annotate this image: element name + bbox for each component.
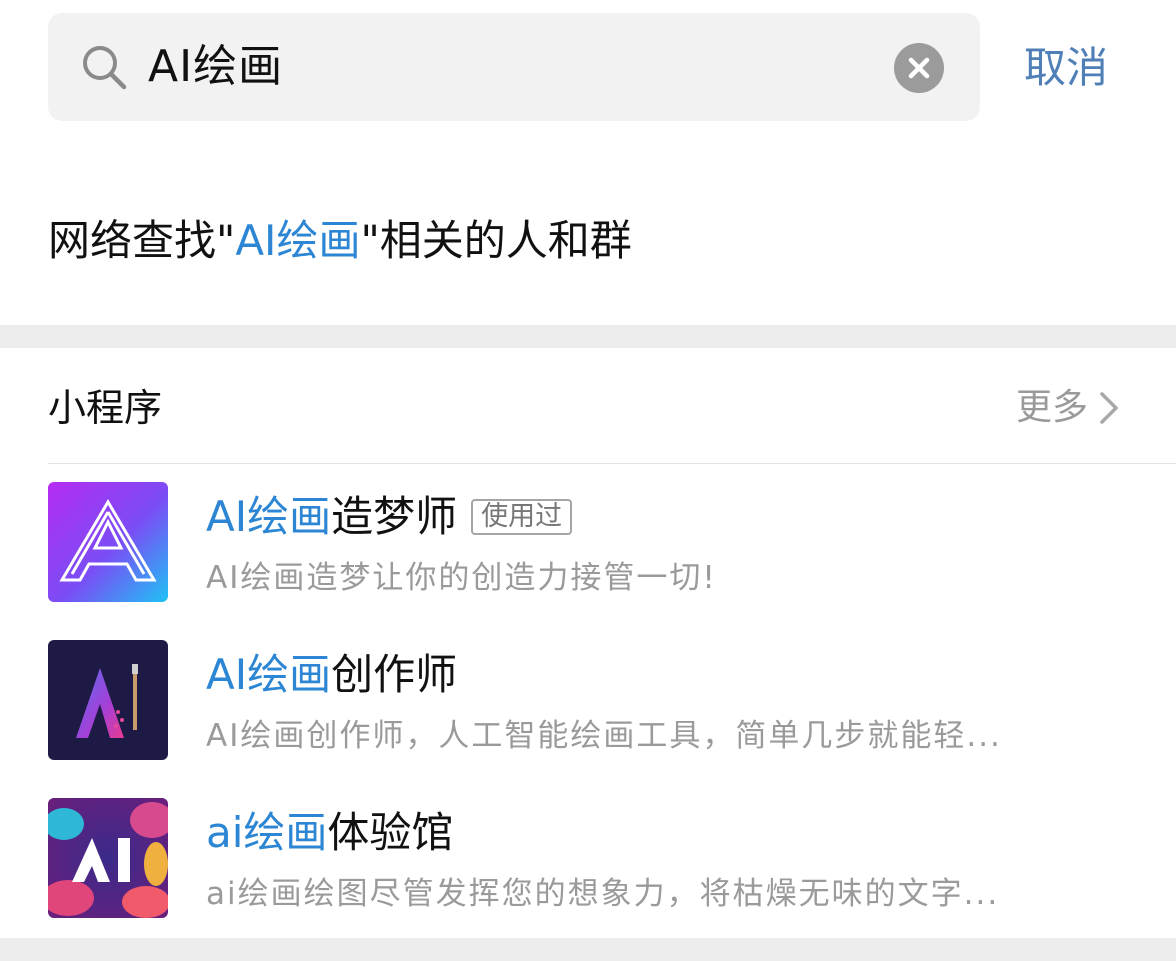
list-item[interactable]: AI绘画 造梦师 使用过 AI绘画造梦让你的创造力接管一切! xyxy=(48,482,1148,602)
divider xyxy=(48,463,1176,464)
section-separator xyxy=(0,325,1176,348)
list-item[interactable]: ai绘画 体验馆 ai绘画绘图尽管发挥您的想象力，将枯燥无味的文字... xyxy=(48,798,1148,918)
app-logo-icon xyxy=(48,640,168,760)
used-badge: 使用过 xyxy=(471,499,573,535)
app-logo-icon xyxy=(48,482,168,602)
item-title-highlight: AI绘画 xyxy=(206,492,332,541)
item-title-rest: 造梦师 xyxy=(331,492,458,541)
list-item[interactable]: AI绘画 创作师 AI绘画创作师，人工智能绘画工具，简单几步就能轻... xyxy=(48,640,1148,760)
clear-search-button[interactable] xyxy=(894,43,944,93)
chevron-right-icon xyxy=(1100,392,1118,424)
network-search-prefix: 网络查找" xyxy=(48,216,236,265)
section-separator xyxy=(0,938,1176,961)
item-title-highlight: AI绘画 xyxy=(206,650,332,699)
item-title-rest: 体验馆 xyxy=(327,808,454,857)
search-bar[interactable]: AI绘画 xyxy=(48,13,980,121)
search-input[interactable]: AI绘画 xyxy=(148,39,283,95)
more-label: 更多 xyxy=(1015,387,1088,428)
item-description: AI绘画造梦让你的创造力接管一切! xyxy=(206,560,717,596)
network-search-suffix: "相关的人和群 xyxy=(360,216,632,265)
item-description: AI绘画创作师，人工智能绘画工具，简单几步就能轻... xyxy=(206,718,1002,754)
cancel-button[interactable]: 取消 xyxy=(1024,40,1108,96)
network-search-keyword: AI绘画 xyxy=(235,216,361,265)
close-icon xyxy=(908,57,930,79)
more-button[interactable]: 更多 xyxy=(1016,384,1120,432)
item-description: ai绘画绘图尽管发挥您的想象力，将枯燥无味的文字... xyxy=(206,876,1000,912)
search-icon xyxy=(83,46,127,90)
item-title-rest: 创作师 xyxy=(331,650,458,699)
item-title: AI绘画 创作师 xyxy=(206,648,457,702)
network-search-link[interactable]: 网络查找"AI绘画"相关的人和群 xyxy=(48,213,632,269)
item-title: ai绘画 体验馆 xyxy=(206,806,453,860)
section-title: 小程序 xyxy=(48,386,163,430)
item-title-highlight: ai绘画 xyxy=(206,808,328,857)
item-title: AI绘画 造梦师 使用过 xyxy=(206,490,573,544)
app-logo-icon xyxy=(48,798,168,918)
